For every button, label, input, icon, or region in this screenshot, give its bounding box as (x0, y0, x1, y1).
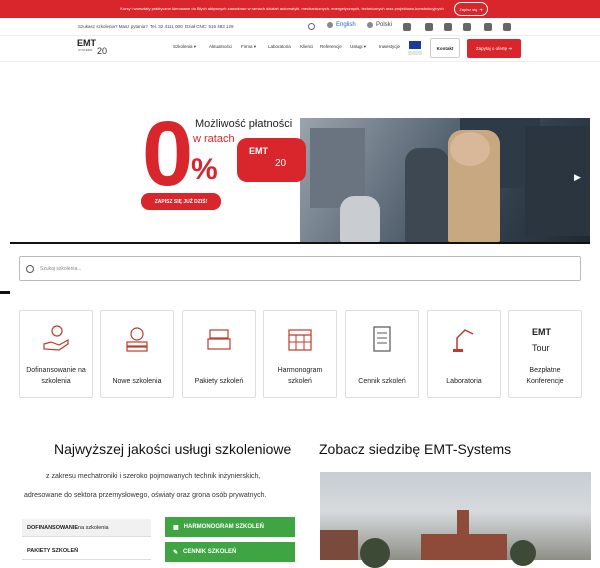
contact-cnc-phone[interactable]: Dział CNC: 515 483 129 (185, 24, 234, 29)
arrow-right-icon: ➔ (479, 6, 483, 12)
card-konferencje[interactable]: EMT Tour Bezpłatne Konferencje (508, 310, 582, 398)
nav-szkolenia[interactable]: Szkolenia ▾ (173, 44, 196, 50)
harmonogram-button[interactable]: ▦ HARMONOGRAM SZKOLEŃ (165, 517, 295, 537)
hero-photo (300, 118, 590, 242)
announcement-bar: Kursy i warsztaty praktyczne kierowane d… (0, 0, 600, 18)
facebook-icon[interactable] (403, 23, 411, 31)
contact-bar: Szukasz szkolenia? Masz pytania? Tel. 32… (0, 18, 600, 36)
section-text-1: z zakresu mechatroniki i szeroko pojmowa… (46, 473, 261, 480)
nav-uslugi[interactable]: Usługi ▾ (350, 44, 366, 50)
list-item-dofinansowanie[interactable]: DOFINANSOWANIE na szkolenia (22, 519, 151, 537)
left-edge-bar (0, 291, 10, 294)
nav-referencje[interactable]: Referencje (320, 44, 342, 49)
lang-english[interactable]: English (327, 22, 356, 28)
globe-icon (327, 22, 333, 28)
price-icon: ✎ (173, 549, 179, 556)
section-title-left: Najwyższej jakości usługi szkoleniowe (54, 441, 292, 457)
announcement-signup-button[interactable]: Zapisz się ➔ (454, 2, 488, 16)
nav-laboratoria[interactable]: Laboratoria (268, 44, 291, 49)
globe-icon (367, 22, 373, 28)
apple-books-icon (126, 327, 148, 352)
calendar-icon (288, 329, 312, 351)
hero-underline (10, 242, 590, 244)
cennik-button[interactable]: ✎ CENNIK SZKOLEŃ (165, 542, 295, 562)
announcement-text: Kursy i warsztaty praktyczne kierowane d… (120, 6, 444, 11)
hero-signup-button[interactable]: ZAPISZ SIĘ JUŻ DZIŚ! (141, 193, 221, 210)
hero-zero: 0 (142, 103, 193, 205)
list-item-pakiety[interactable]: PAKIETY SZKOLEŃ (22, 542, 151, 560)
tiktok-icon[interactable] (484, 23, 492, 31)
contact-button[interactable]: Kontakt (430, 38, 460, 58)
nav-klienci[interactable]: Klienci (300, 44, 313, 49)
hero-logo-badge: EMT 20 (237, 138, 306, 182)
eu-flag-icon (409, 41, 421, 49)
x-icon[interactable] (503, 23, 511, 31)
svg-text:EMT: EMT (532, 327, 552, 337)
package-icon (207, 329, 231, 350)
instagram-icon[interactable] (444, 23, 452, 31)
robot-arm-icon (453, 329, 474, 352)
slider-next-icon[interactable]: ▶ (574, 172, 581, 183)
hero-line1: Możliwość płatności (195, 118, 293, 130)
hero-percent: % (191, 153, 218, 186)
ask-offer-button[interactable]: Zapytaj o ofertę ➔ (467, 39, 521, 58)
card-laboratoria[interactable]: Laboratoria (427, 310, 501, 398)
svg-text:Tour: Tour (532, 343, 550, 353)
hero-line2: w ratach (193, 133, 235, 145)
search-icon (26, 264, 34, 273)
emt-tour-icon: EMT Tour (532, 327, 552, 353)
emt-logo[interactable]: EMT SYSTEMS 20 (77, 37, 111, 60)
card-nowe-szkolenia[interactable]: Nowe szkolenia (100, 310, 174, 398)
headquarters-photo (320, 472, 591, 568)
contact-question: Szukasz szkolenia? Masz pytania? (78, 24, 148, 29)
section-text-2: adresowane do sektora przemysłowego, ośw… (24, 492, 267, 499)
section-title-right: Zobacz siedzibę EMT-Systems (319, 441, 512, 457)
pricelist-icon (373, 326, 391, 352)
eu-funds-badge (408, 51, 422, 55)
nav-inwestycje[interactable]: Inwestycje (379, 44, 400, 49)
funding-icon (43, 325, 69, 351)
card-pakiety[interactable]: Pakiety szkoleń (182, 310, 256, 398)
card-harmonogram[interactable]: Harmonogram szkoleń (263, 310, 337, 398)
search-icon[interactable] (308, 23, 315, 30)
nav-firma[interactable]: Firma ▾ (241, 44, 256, 50)
calendar-icon: ▦ (173, 524, 179, 531)
nav-aktualnosci[interactable]: Aktualności (209, 44, 232, 49)
youtube-icon[interactable] (463, 23, 471, 31)
card-cennik[interactable]: Cennik szkoleń (345, 310, 419, 398)
lang-polish[interactable]: Polski (367, 22, 392, 28)
linkedin-icon[interactable] (425, 23, 433, 31)
card-dofinansowanie[interactable]: Dofinansowanie na szkolenia (19, 310, 93, 398)
search-input[interactable]: Szukaj szkolenia... (19, 256, 581, 281)
contact-phone[interactable]: Tel. 32 4111 000 (150, 24, 183, 29)
